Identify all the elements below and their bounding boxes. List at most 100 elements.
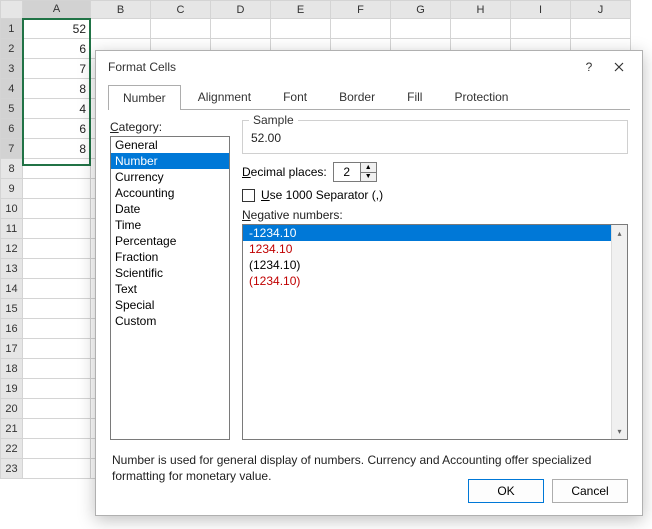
cell-B1[interactable] bbox=[91, 19, 151, 39]
cell-A7[interactable]: 8 bbox=[23, 139, 91, 159]
col-header-G[interactable]: G bbox=[391, 1, 451, 19]
tab-protection[interactable]: Protection bbox=[439, 84, 523, 109]
negative-numbers-listbox[interactable]: -1234.101234.10(1234.10)(1234.10) ▴ ▾ bbox=[242, 224, 628, 440]
spin-down[interactable]: ▼ bbox=[361, 172, 376, 182]
cell-A8[interactable] bbox=[23, 159, 91, 179]
col-header-F[interactable]: F bbox=[331, 1, 391, 19]
category-item-scientific[interactable]: Scientific bbox=[111, 265, 229, 281]
category-item-text[interactable]: Text bbox=[111, 281, 229, 297]
col-header-C[interactable]: C bbox=[151, 1, 211, 19]
col-header-B[interactable]: B bbox=[91, 1, 151, 19]
category-item-number[interactable]: Number bbox=[111, 153, 229, 169]
category-listbox[interactable]: GeneralNumberCurrencyAccountingDateTimeP… bbox=[110, 136, 230, 440]
row-header-10[interactable]: 10 bbox=[1, 199, 23, 219]
col-header-H[interactable]: H bbox=[451, 1, 511, 19]
row-header-3[interactable]: 3 bbox=[1, 59, 23, 79]
row-header-7[interactable]: 7 bbox=[1, 139, 23, 159]
row-header-6[interactable]: 6 bbox=[1, 119, 23, 139]
negative-option-0[interactable]: -1234.10 bbox=[243, 225, 611, 241]
col-header-A[interactable]: A bbox=[23, 1, 91, 19]
help-button[interactable]: ? bbox=[574, 54, 604, 80]
row-header-9[interactable]: 9 bbox=[1, 179, 23, 199]
cell-A4[interactable]: 8 bbox=[23, 79, 91, 99]
cell-A21[interactable] bbox=[23, 419, 91, 439]
category-item-fraction[interactable]: Fraction bbox=[111, 249, 229, 265]
category-item-accounting[interactable]: Accounting bbox=[111, 185, 229, 201]
negative-option-1[interactable]: 1234.10 bbox=[243, 241, 611, 257]
cell-A14[interactable] bbox=[23, 279, 91, 299]
row-header-8[interactable]: 8 bbox=[1, 159, 23, 179]
scroll-down-icon[interactable]: ▾ bbox=[612, 423, 627, 439]
row-header-16[interactable]: 16 bbox=[1, 319, 23, 339]
row-header-15[interactable]: 15 bbox=[1, 299, 23, 319]
cell-A12[interactable] bbox=[23, 239, 91, 259]
cell-C1[interactable] bbox=[151, 19, 211, 39]
row-header-20[interactable]: 20 bbox=[1, 399, 23, 419]
cell-H1[interactable] bbox=[451, 19, 511, 39]
row-header-23[interactable]: 23 bbox=[1, 459, 23, 479]
listbox-scrollbar[interactable]: ▴ ▾ bbox=[611, 225, 627, 439]
cell-A16[interactable] bbox=[23, 319, 91, 339]
cell-A5[interactable]: 4 bbox=[23, 99, 91, 119]
cell-A19[interactable] bbox=[23, 379, 91, 399]
category-item-time[interactable]: Time bbox=[111, 217, 229, 233]
cell-F1[interactable] bbox=[331, 19, 391, 39]
negative-option-2[interactable]: (1234.10) bbox=[243, 257, 611, 273]
cell-A13[interactable] bbox=[23, 259, 91, 279]
row-header-4[interactable]: 4 bbox=[1, 79, 23, 99]
cell-A11[interactable] bbox=[23, 219, 91, 239]
row-header-18[interactable]: 18 bbox=[1, 359, 23, 379]
cell-A9[interactable] bbox=[23, 179, 91, 199]
select-all-corner[interactable] bbox=[1, 1, 23, 19]
cell-A18[interactable] bbox=[23, 359, 91, 379]
row-header-13[interactable]: 13 bbox=[1, 259, 23, 279]
cell-A3[interactable]: 7 bbox=[23, 59, 91, 79]
category-item-general[interactable]: General bbox=[111, 137, 229, 153]
row-header-22[interactable]: 22 bbox=[1, 439, 23, 459]
cell-G1[interactable] bbox=[391, 19, 451, 39]
category-item-currency[interactable]: Currency bbox=[111, 169, 229, 185]
decimal-places-field[interactable] bbox=[334, 163, 360, 181]
close-button[interactable] bbox=[604, 54, 634, 80]
cell-I1[interactable] bbox=[511, 19, 571, 39]
category-item-special[interactable]: Special bbox=[111, 297, 229, 313]
tab-number[interactable]: Number bbox=[108, 85, 181, 110]
cell-A22[interactable] bbox=[23, 439, 91, 459]
cell-J1[interactable] bbox=[571, 19, 631, 39]
category-item-custom[interactable]: Custom bbox=[111, 313, 229, 329]
row-header-19[interactable]: 19 bbox=[1, 379, 23, 399]
tab-alignment[interactable]: Alignment bbox=[183, 84, 266, 109]
cell-A20[interactable] bbox=[23, 399, 91, 419]
row-header-14[interactable]: 14 bbox=[1, 279, 23, 299]
cell-A10[interactable] bbox=[23, 199, 91, 219]
scroll-up-icon[interactable]: ▴ bbox=[612, 225, 627, 241]
category-item-percentage[interactable]: Percentage bbox=[111, 233, 229, 249]
row-header-17[interactable]: 17 bbox=[1, 339, 23, 359]
ok-button[interactable]: OK bbox=[468, 479, 544, 503]
cell-D1[interactable] bbox=[211, 19, 271, 39]
row-header-12[interactable]: 12 bbox=[1, 239, 23, 259]
row-header-11[interactable]: 11 bbox=[1, 219, 23, 239]
cell-A1[interactable]: 52 bbox=[23, 19, 91, 39]
cell-A6[interactable]: 6 bbox=[23, 119, 91, 139]
col-header-E[interactable]: E bbox=[271, 1, 331, 19]
thousand-separator-checkbox[interactable] bbox=[242, 189, 255, 202]
cell-A15[interactable] bbox=[23, 299, 91, 319]
cell-A2[interactable]: 6 bbox=[23, 39, 91, 59]
row-header-2[interactable]: 2 bbox=[1, 39, 23, 59]
category-item-date[interactable]: Date bbox=[111, 201, 229, 217]
cell-A17[interactable] bbox=[23, 339, 91, 359]
negative-option-3[interactable]: (1234.10) bbox=[243, 273, 611, 289]
cancel-button[interactable]: Cancel bbox=[552, 479, 628, 503]
col-header-I[interactable]: I bbox=[511, 1, 571, 19]
tab-font[interactable]: Font bbox=[268, 84, 322, 109]
cell-A23[interactable] bbox=[23, 459, 91, 479]
tab-border[interactable]: Border bbox=[324, 84, 390, 109]
col-header-D[interactable]: D bbox=[211, 1, 271, 19]
row-header-5[interactable]: 5 bbox=[1, 99, 23, 119]
decimal-places-input[interactable]: ▲ ▼ bbox=[333, 162, 377, 182]
row-header-1[interactable]: 1 bbox=[1, 19, 23, 39]
spin-up[interactable]: ▲ bbox=[361, 163, 376, 172]
tab-fill[interactable]: Fill bbox=[392, 84, 437, 109]
row-header-21[interactable]: 21 bbox=[1, 419, 23, 439]
